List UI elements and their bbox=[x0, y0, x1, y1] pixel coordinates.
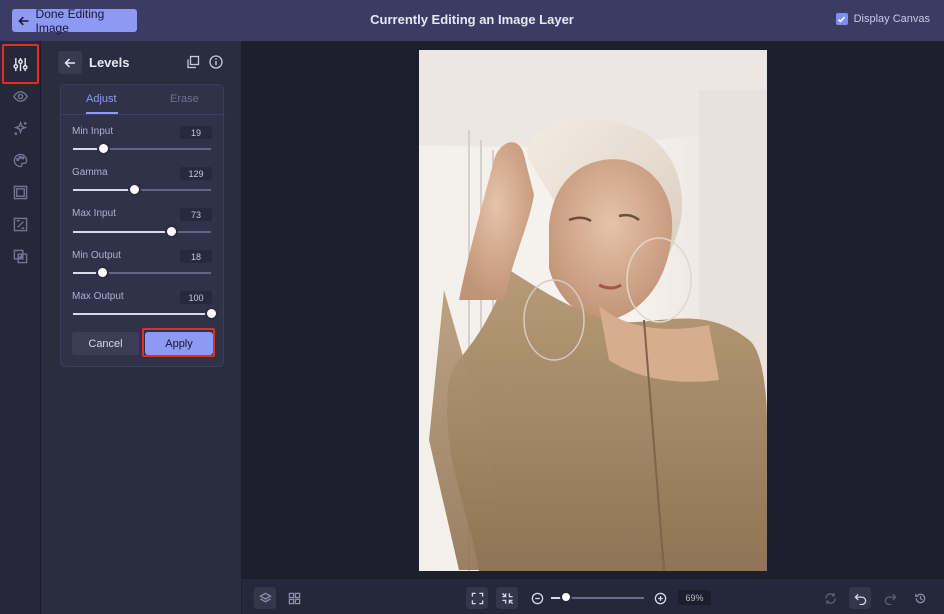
zoom-slider-thumb[interactable] bbox=[559, 591, 572, 603]
levels-panel: Levels Adjust Erase Min Input 19 Gamma 1… bbox=[41, 41, 242, 614]
slider-thumb[interactable] bbox=[164, 225, 178, 238]
adjust-sliders-icon bbox=[13, 57, 28, 72]
display-canvas-toggle[interactable]: Display Canvas bbox=[835, 13, 930, 25]
shrink-icon bbox=[501, 592, 513, 604]
slider-track[interactable] bbox=[73, 307, 218, 320]
crop-tool[interactable] bbox=[10, 214, 31, 235]
slider-value-field[interactable]: 18 bbox=[180, 250, 212, 263]
fit-to-screen-button[interactable] bbox=[466, 587, 488, 609]
palette-icon bbox=[13, 153, 28, 168]
page-title: Currently Editing an Image Layer bbox=[370, 12, 574, 27]
panel-title: Levels bbox=[89, 55, 130, 70]
layers-icon bbox=[258, 592, 272, 602]
top-bar: Done Editing Image Currently Editing an … bbox=[0, 0, 944, 41]
slider-track[interactable] bbox=[73, 142, 211, 155]
bottom-toolbar: 69% bbox=[242, 578, 944, 614]
slider-label: Max Output bbox=[72, 291, 124, 302]
mask-tool[interactable] bbox=[10, 246, 31, 267]
slider-track[interactable] bbox=[73, 225, 211, 238]
duplicate-icon[interactable] bbox=[186, 55, 200, 69]
crop-icon bbox=[13, 217, 28, 232]
layers-button[interactable] bbox=[254, 587, 276, 609]
tab-adjust[interactable]: Adjust bbox=[86, 93, 117, 105]
tool-rail bbox=[0, 41, 41, 614]
adjust-sliders-tool[interactable] bbox=[10, 54, 31, 75]
slider-thumb[interactable] bbox=[127, 183, 141, 196]
slider-thumb[interactable] bbox=[97, 142, 111, 155]
slider-value-field[interactable]: 19 bbox=[180, 126, 212, 139]
redo-button[interactable] bbox=[879, 587, 901, 609]
cancel-button[interactable]: Cancel bbox=[72, 332, 139, 355]
arrow-left-icon bbox=[64, 57, 75, 68]
slider-label: Max Input bbox=[72, 208, 116, 219]
info-icon[interactable] bbox=[209, 55, 223, 69]
zoom-out-button[interactable] bbox=[526, 587, 548, 609]
slider-label: Min Output bbox=[72, 250, 121, 261]
eye-icon bbox=[13, 91, 28, 102]
zoom-value-field[interactable]: 69% bbox=[678, 590, 711, 605]
levels-card: Adjust Erase Min Input 19 Gamma 129 Max … bbox=[60, 84, 225, 367]
portrait-photo bbox=[419, 50, 767, 571]
zoom-slider[interactable] bbox=[551, 591, 644, 603]
effects-tool[interactable] bbox=[10, 118, 31, 139]
slider-fill bbox=[73, 189, 134, 191]
display-canvas-label: Display Canvas bbox=[853, 13, 930, 25]
canvas-area bbox=[242, 41, 944, 578]
slider-value-field[interactable]: 100 bbox=[180, 291, 212, 304]
slider-fill bbox=[73, 231, 171, 233]
display-canvas-checkbox[interactable] bbox=[835, 13, 848, 25]
slider-value-field[interactable]: 73 bbox=[180, 208, 212, 221]
slider-label: Min Input bbox=[72, 126, 114, 137]
tab-erase[interactable]: Erase bbox=[170, 93, 199, 105]
sparkle-icon bbox=[13, 121, 28, 136]
slider-fill bbox=[73, 313, 211, 315]
layers-intersect-icon bbox=[13, 249, 28, 264]
frame-icon bbox=[13, 185, 28, 200]
color-tool[interactable] bbox=[10, 150, 31, 171]
shrink-button[interactable] bbox=[496, 587, 518, 609]
grid-icon bbox=[288, 592, 300, 604]
slider-track[interactable] bbox=[73, 266, 211, 279]
check-icon bbox=[838, 16, 846, 23]
history-icon bbox=[914, 593, 925, 603]
plus-circle-icon bbox=[654, 592, 666, 604]
panel-back-button[interactable] bbox=[58, 51, 82, 74]
tab-divider bbox=[61, 114, 225, 115]
slider-track[interactable] bbox=[73, 183, 211, 196]
undo-icon bbox=[853, 593, 866, 605]
undo-button[interactable] bbox=[849, 587, 871, 609]
visibility-tool[interactable] bbox=[10, 86, 31, 107]
slider-thumb[interactable] bbox=[205, 307, 218, 320]
apply-highlight-outline bbox=[142, 328, 215, 357]
redo-sync-button[interactable] bbox=[819, 587, 841, 609]
active-tab-indicator bbox=[86, 112, 118, 114]
grid-button[interactable] bbox=[283, 587, 305, 609]
refresh-icon bbox=[824, 592, 836, 604]
minus-circle-icon bbox=[531, 592, 543, 604]
zoom-in-button[interactable] bbox=[649, 587, 671, 609]
frame-tool[interactable] bbox=[10, 182, 31, 203]
image-layer[interactable] bbox=[419, 50, 767, 571]
redo-icon bbox=[884, 593, 897, 605]
history-button[interactable] bbox=[909, 587, 931, 609]
expand-icon bbox=[471, 592, 483, 604]
slider-thumb[interactable] bbox=[95, 266, 109, 279]
slider-label: Gamma bbox=[72, 167, 108, 178]
slider-value-field[interactable]: 129 bbox=[180, 167, 212, 180]
